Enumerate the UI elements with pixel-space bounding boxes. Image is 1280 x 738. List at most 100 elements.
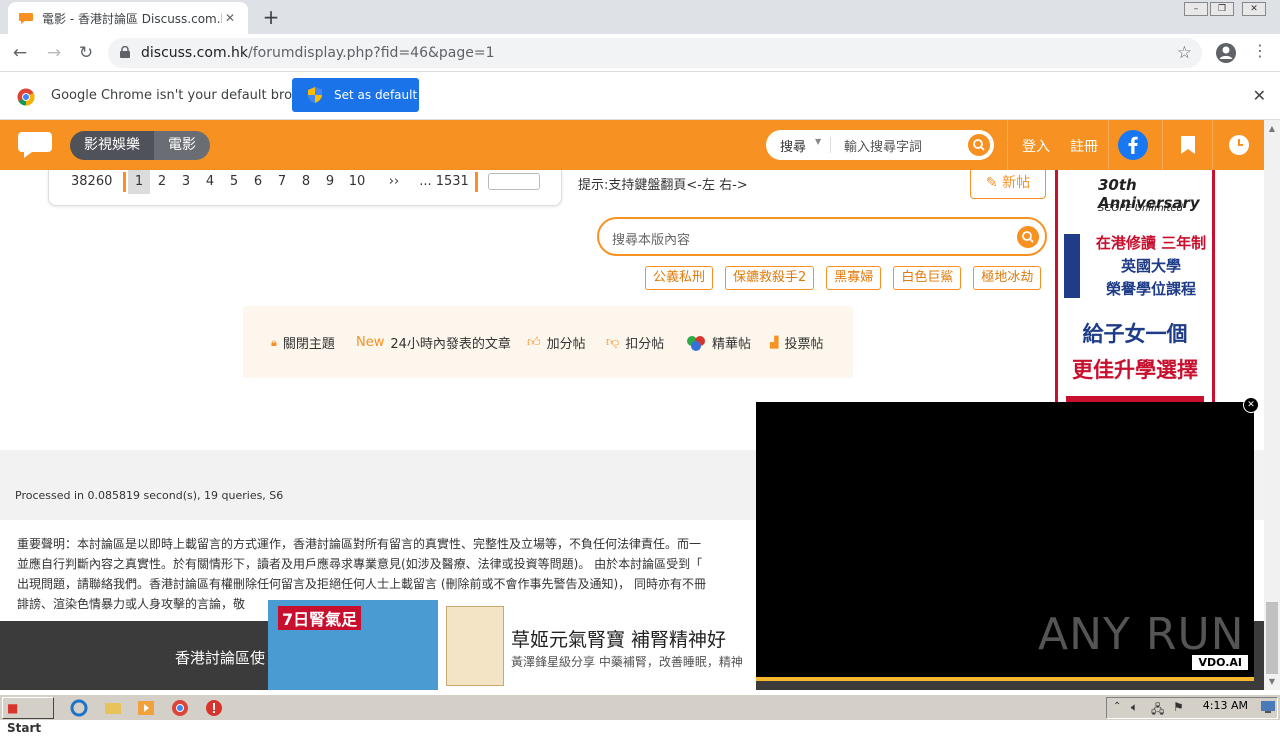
windows-taskbar: ■ Start ⌃ 🔈︎ 🖧︎ ⚑ 4:13 AM <box>0 694 1280 735</box>
facebook-icon[interactable] <box>1118 130 1148 160</box>
login-link[interactable]: 登入 <box>1022 136 1050 156</box>
tag-item[interactable]: 保鑣救殺手2 <box>725 266 815 290</box>
page-link[interactable]: 2 <box>150 170 174 194</box>
start-button[interactable]: ■ Start <box>2 697 54 735</box>
banner-advertisement[interactable]: 7日腎氣足 草姬元氣腎寶 補腎精神好 黃澤鋒星級分享 中藥補腎，改善睡眠，精神 <box>268 600 756 690</box>
back-icon[interactable]: ← <box>8 41 32 65</box>
forward-icon[interactable]: → <box>42 41 66 65</box>
lock-icon: 🔒︎ <box>271 335 277 349</box>
header-divider <box>1007 120 1008 170</box>
ad-brand-text: SCOPE Unlimited <box>1098 203 1183 214</box>
search-type-select[interactable]: 搜尋 <box>780 136 806 155</box>
page-link[interactable]: 9 <box>318 170 342 194</box>
tag-item[interactable]: 公義私刑 <box>645 266 714 290</box>
infobar-close-icon[interactable]: ✕ <box>1253 86 1266 105</box>
last-page-link[interactable]: ... 1531 <box>416 170 472 194</box>
page-list: 1 2 3 4 5 6 7 8 9 10 ›› ... 1531 <box>127 170 472 194</box>
tag-item[interactable]: 極地冰劫 <box>973 266 1042 290</box>
board-search[interactable]: 搜尋本版內容 <box>597 217 1047 256</box>
scroll-up-icon[interactable]: ▲ <box>1264 122 1280 136</box>
bookmark-icon[interactable] <box>1180 135 1196 155</box>
video-player[interactable]: ✕ ANY RUN VDO.AI <box>756 397 1259 681</box>
register-link[interactable]: 註冊 <box>1070 136 1098 156</box>
page-link[interactable]: 7 <box>270 170 294 194</box>
filter-minus[interactable]: 👎︎ 扣分帖 <box>606 333 664 352</box>
history-clock-icon[interactable] <box>1228 134 1250 156</box>
folder-icon[interactable] <box>104 699 122 717</box>
windows-logo-icon: ■ <box>7 701 19 715</box>
breadcrumb-item-entertainment[interactable]: 影視娛樂 <box>70 131 154 160</box>
banner-photo: 7日腎氣足 <box>268 600 438 690</box>
new-tab-button[interactable]: + <box>260 6 282 28</box>
pagination-divider <box>475 172 478 192</box>
page-link-current[interactable]: 1 <box>128 170 150 194</box>
page-link[interactable]: 6 <box>246 170 270 194</box>
bookmark-star-icon[interactable]: ☆ <box>1177 43 1192 63</box>
chrome-taskbar-icon[interactable] <box>171 699 189 717</box>
restore-button[interactable]: ❐ <box>1210 2 1234 16</box>
search-icon[interactable] <box>968 134 990 156</box>
filter-plus[interactable]: 👍︎ 加分帖 <box>527 333 586 352</box>
browser-tab[interactable]: 電影 - 香港討論區 Discuss.com.hk - ✕ <box>8 2 248 34</box>
tag-item[interactable]: 黑寡婦 <box>826 266 882 290</box>
processed-stats: Processed in 0.085819 second(s), 19 quer… <box>15 489 284 502</box>
set-default-button[interactable]: Set as default <box>292 78 419 112</box>
profile-icon[interactable] <box>1215 42 1237 64</box>
vdo-ai-logo[interactable]: VDO.AI <box>1192 655 1248 670</box>
video-close-icon[interactable]: ✕ <box>1243 397 1259 413</box>
search-icon[interactable] <box>1017 226 1039 248</box>
breadcrumb-item-movies[interactable]: 電影 <box>154 131 210 160</box>
page-scrollbar[interactable]: ▲ ▼ <box>1264 120 1280 690</box>
discuss-logo-icon[interactable] <box>18 130 54 160</box>
scroll-down-icon[interactable]: ▼ <box>1264 675 1280 689</box>
media-player-icon[interactable] <box>137 699 155 717</box>
ad-headline-line: 在港修讀 三年制 <box>1095 234 1207 252</box>
board-search-input[interactable]: 搜尋本版內容 <box>612 229 690 248</box>
reload-icon[interactable]: ↻ <box>74 41 98 65</box>
page-link[interactable]: 5 <box>222 170 246 194</box>
tab-close-icon[interactable]: ✕ <box>222 10 238 26</box>
page-link[interactable]: 4 <box>198 170 222 194</box>
scrollbar-thumb[interactable] <box>1266 602 1278 674</box>
chevron-down-icon: ▼ <box>815 137 822 146</box>
ad-tagline: 給子女一個 更佳升學選擇 <box>1058 316 1212 388</box>
chrome-menu-icon[interactable]: ⋮ <box>1252 41 1268 60</box>
tag-item[interactable]: 白色巨鯊 <box>893 266 962 290</box>
filter-closed[interactable]: 🔒︎ 關閉主題 <box>271 333 335 353</box>
page-jump-input[interactable] <box>488 173 540 190</box>
new-post-label: 新帖 <box>1002 175 1031 191</box>
flag-icon[interactable]: ⚑ <box>1173 700 1184 714</box>
pagination: 38260 1 2 3 4 5 6 7 8 9 10 ›› ... 1531 <box>48 170 562 206</box>
infobar-message: Google Chrome isn't your default browser <box>51 88 323 103</box>
thumbs-down-icon: 👎︎ <box>606 335 620 350</box>
filter-minus-label: 扣分帖 <box>625 337 665 352</box>
page-link[interactable]: 3 <box>174 170 198 194</box>
filter-plus-label: 加分帖 <box>546 337 586 352</box>
disclaimer-line: 重要聲明：本討論區是以即時上載留言的方式運作，香港討論區對所有留言的真實性、完整… <box>17 537 702 551</box>
filter-digest[interactable]: 精華帖 <box>686 333 751 352</box>
minimize-button[interactable]: – <box>1184 2 1208 16</box>
page-link[interactable]: 10 <box>342 170 372 194</box>
address-bar[interactable]: discuss.com.hk/forumdisplay.php?fid=46&p… <box>108 38 1202 68</box>
new-badge: New <box>356 335 385 350</box>
thread-count: 38260 <box>71 174 113 189</box>
tray-expand-icon[interactable]: ⌃ <box>1113 701 1121 712</box>
filter-poll[interactable]: ▟ 投票帖 <box>770 333 823 352</box>
site-header: 影視娛樂 電影 搜尋 ▼ 輸入搜尋字詞 登入 註冊 <box>0 120 1264 170</box>
window-close-button[interactable]: ✕ <box>1242 2 1266 16</box>
volume-icon[interactable]: 🔈︎ <box>1131 700 1138 715</box>
side-advertisement[interactable]: 30th Anniversary SCOPE Unlimited 在港修讀 三年… <box>1055 170 1215 402</box>
filter-new-24h[interactable]: New 24小時內發表的文章 <box>356 333 511 352</box>
url-host: discuss.com.hk <box>141 45 249 61</box>
video-progress-bar[interactable] <box>756 677 1254 681</box>
lock-icon <box>120 46 130 58</box>
ie-icon[interactable] <box>70 699 88 717</box>
filter-poll-label: 投票帖 <box>784 337 824 352</box>
warning-icon[interactable] <box>205 699 223 717</box>
network-icon[interactable]: 🖧︎ <box>1151 700 1164 721</box>
new-post-button[interactable]: ✎ 新帖 <box>970 168 1046 199</box>
next-page-link[interactable]: ›› <box>372 170 416 194</box>
header-search-input[interactable]: 輸入搜尋字詞 <box>844 136 922 155</box>
show-desktop-icon[interactable] <box>1260 700 1276 714</box>
page-link[interactable]: 8 <box>294 170 318 194</box>
